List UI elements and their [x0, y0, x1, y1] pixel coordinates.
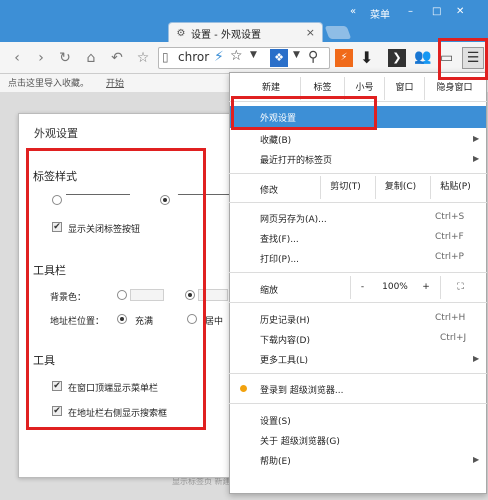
bookmark-start-link[interactable]: 开始	[106, 76, 124, 89]
users-icon[interactable]: 👥	[414, 49, 431, 65]
menu-divider	[229, 373, 487, 374]
menu-window-button[interactable]: 窗口	[384, 77, 424, 100]
home-icon[interactable]: ⌂	[82, 48, 100, 68]
dropdown-chevron-icon[interactable]: ▼	[250, 50, 257, 60]
download-icon[interactable]: ⬇	[360, 48, 373, 67]
zoom-value: 100%	[382, 282, 408, 292]
page-icon: ▯	[162, 50, 169, 64]
tab-title: 设置 - 外观设置	[191, 29, 261, 41]
zoom-label: 缩放	[260, 286, 279, 296]
tab-close-icon[interactable]: ×	[306, 26, 315, 39]
maximize-button[interactable]: □	[432, 6, 441, 17]
menu-item-recent-tabs[interactable]: 最近打开的标签页	[260, 153, 332, 166]
menu-cut-button[interactable]: 剪切(T)	[320, 176, 370, 199]
gear-icon: ⚙	[176, 27, 186, 39]
close-window-button[interactable]: ✕	[456, 6, 464, 17]
forward-icon[interactable]: ›	[32, 48, 50, 68]
menu-label[interactable]: 菜单	[370, 6, 390, 21]
address-center-label: 居中	[205, 317, 224, 327]
url-text: chror	[178, 50, 210, 64]
zoom-in-button[interactable]: +	[416, 276, 436, 299]
new-tab-button[interactable]	[324, 26, 352, 39]
back-icon[interactable]: ‹	[8, 48, 26, 68]
search-engine-icon[interactable]: ❖	[270, 49, 288, 67]
search-icon[interactable]: ⚲	[308, 49, 318, 65]
menu-item-history[interactable]: 历史记录(H)	[260, 313, 310, 326]
menu-divider	[229, 272, 487, 273]
bookmark-import-text: 点击这里导入收藏。	[8, 79, 90, 89]
history-shortcut: Ctrl+H	[435, 313, 466, 323]
find-shortcut: Ctrl+F	[435, 232, 464, 242]
dialog-highlight-box	[26, 148, 206, 430]
menu-item-settings[interactable]: 设置(S)	[260, 414, 291, 427]
menu-divider	[229, 403, 487, 404]
share-icon[interactable]: ❯	[388, 49, 406, 67]
engine-dropdown-icon[interactable]: ▼	[293, 50, 300, 60]
menu-paste-button[interactable]: 粘贴(P)	[430, 176, 480, 199]
appearance-highlight-box	[231, 96, 377, 130]
scroll-tabs-icon[interactable]: «	[350, 6, 356, 17]
menu-item-help[interactable]: 帮助(E)	[260, 454, 291, 467]
print-shortcut: Ctrl+P	[435, 252, 464, 262]
refresh-icon[interactable]: ↻	[56, 48, 74, 68]
edit-label: 修改	[260, 186, 279, 196]
menu-item-downloads[interactable]: 下载内容(D)	[260, 333, 310, 346]
menu-copy-button[interactable]: 复制(C)	[375, 176, 425, 199]
chevron-right-icon: ▶	[473, 455, 480, 464]
favorite-star-icon[interactable]: ☆	[134, 48, 152, 68]
downloads-shortcut: Ctrl+J	[440, 333, 467, 343]
dialog-title: 外观设置	[34, 127, 78, 140]
tab-settings[interactable]: ⚙ 设置 - 外观设置 ×	[168, 22, 323, 43]
menu-item-about[interactable]: 关于 超级浏览器(G)	[260, 434, 340, 447]
menu-item-login[interactable]: 登录到 超级浏览器...	[260, 383, 343, 396]
minimize-button[interactable]: –	[408, 6, 413, 17]
fullscreen-icon[interactable]: ⛶	[440, 276, 480, 299]
menu-item-print[interactable]: 打印(P)...	[260, 252, 299, 265]
menu-incognito-button[interactable]: 隐身窗口	[424, 77, 484, 100]
undo-icon[interactable]: ↶	[108, 48, 126, 68]
extension-icon[interactable]: ⚡	[335, 49, 353, 67]
menu-item-save-as[interactable]: 网页另存为(A)...	[260, 212, 327, 225]
chevron-right-icon: ▶	[473, 134, 480, 143]
menu-divider	[229, 173, 487, 174]
menu-item-find[interactable]: 查找(F)...	[260, 232, 299, 245]
chevron-right-icon: ▶	[473, 354, 480, 363]
menu-divider	[229, 202, 487, 203]
chevron-right-icon: ▶	[473, 154, 480, 163]
status-dot-icon	[240, 385, 247, 392]
menu-item-favorites[interactable]: 收藏(B)	[260, 133, 291, 146]
save-as-shortcut: Ctrl+S	[435, 212, 465, 222]
zoom-out-button[interactable]: -	[350, 276, 374, 299]
menu-divider	[229, 302, 487, 303]
menu-item-more-tools[interactable]: 更多工具(L)	[260, 353, 308, 366]
menu-button-highlight-box	[438, 38, 488, 80]
lightning-icon[interactable]: ⚡	[214, 49, 224, 65]
bookmark-star-icon[interactable]: ☆	[230, 48, 243, 64]
